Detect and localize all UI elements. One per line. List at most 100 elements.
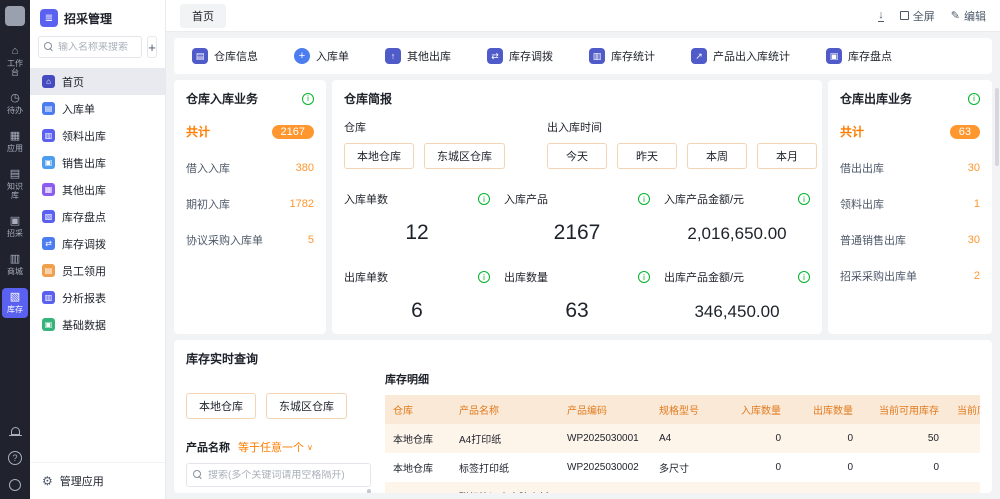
panel-title: 仓库入库业务: [186, 90, 258, 107]
rail-item-label: 商城: [4, 267, 26, 276]
info-icon[interactable]: i: [798, 271, 810, 283]
knowledge-icon: ▤: [10, 168, 20, 180]
home-icon: ⌂: [42, 75, 55, 88]
stocktake-icon: ▣: [826, 48, 842, 64]
main-area: 首页 ↓ 全屏 ✎ 编辑 ▤ 仓库信息 + 入库单: [166, 0, 1000, 499]
outbound-row-lend[interactable]: 借出出库 30: [840, 160, 980, 176]
sidebar-item-report[interactable]: ▥ 分析报表: [30, 284, 165, 311]
info-icon[interactable]: i: [638, 271, 650, 283]
rail-item-inventory[interactable]: ▧ 库存: [2, 288, 28, 318]
col-header-stock-amount: 当前库存金额: [947, 395, 980, 424]
rail-item-knowledge[interactable]: ▤ 知识库: [2, 165, 28, 204]
other-outbound-icon: ▦: [42, 183, 55, 196]
time-filter-group: 出入库时间 今天 昨天 本周 本月 今年: [547, 119, 822, 169]
sidebar-search[interactable]: [38, 36, 142, 58]
account-circle-icon[interactable]: [9, 479, 21, 491]
product-search-input[interactable]: [208, 470, 364, 481]
time-button-week[interactable]: 本周: [687, 143, 747, 169]
product-search[interactable]: [186, 463, 371, 487]
warehouse-filter-label: 仓库: [344, 119, 505, 135]
rail-item-mall[interactable]: ▥ 商城: [2, 250, 28, 280]
outbound-row-procurement[interactable]: 招采采购出库单 2: [840, 268, 980, 284]
sidebar-item-sales-outbound[interactable]: ▣ 销售出库: [30, 149, 165, 176]
download-icon: ↓: [878, 10, 884, 22]
sidebar-search-input[interactable]: [58, 42, 136, 53]
quicklink-inbound-order[interactable]: + 入库单: [294, 48, 349, 64]
stat-outbound-amount: 出库产品金额/元 i 346,450.00: [664, 269, 810, 323]
user-avatar[interactable]: [5, 6, 25, 26]
rail-item-workbench[interactable]: ⌂ 工作台: [2, 42, 28, 81]
help-icon[interactable]: ?: [8, 451, 22, 465]
fullscreen-button[interactable]: 全屏: [900, 8, 935, 24]
sidebar-item-material-outbound[interactable]: ▥ 领料出库: [30, 122, 165, 149]
info-icon[interactable]: i: [798, 193, 810, 205]
inbound-row-borrow[interactable]: 借入入库 380: [186, 160, 314, 176]
quicklink-product-io-stats[interactable]: ↗ 产品出入库统计: [691, 48, 790, 64]
stocktake-icon: ▧: [42, 210, 55, 223]
info-icon[interactable]: i: [478, 193, 490, 205]
table-row[interactable]: 本地仓库 联想笔记本电脑小新Pro 14 WP2025060001 14寸 0 …: [385, 482, 980, 493]
stat-label: 出库产品金额/元: [664, 269, 744, 285]
add-button[interactable]: +: [147, 36, 157, 58]
sidebar-item-base-data[interactable]: ▣ 基础数据: [30, 311, 165, 338]
page-scrollbar[interactable]: [995, 88, 999, 166]
rail-item-procurement[interactable]: ▣ 招采: [2, 212, 28, 242]
stock-detail-title: 库存明细: [385, 371, 980, 387]
outbound-total-row[interactable]: 共计 63: [840, 123, 980, 140]
todo-icon: ◷: [10, 92, 20, 104]
gear-icon: ⚙: [42, 474, 53, 488]
sidebar-item-label: 领料出库: [62, 128, 106, 144]
warehouse-button-east[interactable]: 东城区仓库: [424, 143, 505, 169]
warehouse-button-east[interactable]: 东城区仓库: [266, 393, 347, 419]
procurement-icon: ▣: [10, 215, 20, 227]
table-row[interactable]: 本地仓库 A4打印纸 WP2025030001 A4 0 0 50 25: [385, 424, 980, 453]
dashboard-content: ▤ 仓库信息 + 入库单 ↑ 其他出库 ⇄ 库存调拨 ▥ 库存统计 ↗ 产品出入…: [166, 32, 1000, 499]
sidebar-item-employee-use[interactable]: ▤ 员工领用: [30, 257, 165, 284]
table-row[interactable]: 本地仓库 标签打印纸 WP2025030002 多尺寸 0 0 0 0: [385, 453, 980, 482]
kv-label: 协议采购入库单: [186, 232, 263, 248]
info-icon[interactable]: i: [968, 93, 980, 105]
outbound-row-material[interactable]: 领料出库 1: [840, 196, 980, 212]
kv-label: 招采采购出库单: [840, 268, 917, 284]
bell-icon[interactable]: [11, 427, 20, 435]
quicklink-other-outbound[interactable]: ↑ 其他出库: [385, 48, 451, 64]
sidebar-item-stocktake[interactable]: ▧ 库存盘点: [30, 203, 165, 230]
quicklink-stocktake[interactable]: ▣ 库存盘点: [826, 48, 892, 64]
stat-value: 6: [344, 299, 490, 323]
rail-item-label: 招采: [4, 229, 26, 238]
rail-item-todo[interactable]: ◷ 待办: [2, 89, 28, 119]
info-icon[interactable]: i: [478, 271, 490, 283]
info-icon[interactable]: i: [638, 193, 650, 205]
time-button-today[interactable]: 今天: [547, 143, 607, 169]
outbound-row-sales[interactable]: 普通销售出库 30: [840, 232, 980, 248]
rail-item-apps[interactable]: ▦ 应用: [2, 127, 28, 157]
time-button-month[interactable]: 本月: [757, 143, 817, 169]
sidebar-item-inbound-order[interactable]: ▤ 入库单: [30, 95, 165, 122]
quicklink-transfer[interactable]: ⇄ 库存调拨: [487, 48, 553, 64]
inbound-row-initial[interactable]: 期初入库 1782: [186, 196, 314, 212]
time-button-yesterday[interactable]: 昨天: [617, 143, 677, 169]
filter-list-scrollbar[interactable]: [367, 489, 371, 493]
quicklink-stock-stats[interactable]: ▥ 库存统计: [589, 48, 655, 64]
inbound-total-row[interactable]: 共计 2167: [186, 123, 314, 140]
warehouse-button-local[interactable]: 本地仓库: [186, 393, 256, 419]
col-header-available-stock: 当前可用库存: [861, 395, 947, 424]
kv-value: 30: [968, 162, 980, 174]
sidebar-item-label: 基础数据: [62, 317, 106, 333]
sidebar-item-transfer[interactable]: ⇄ 库存调拨: [30, 230, 165, 257]
download-button[interactable]: ↓: [878, 10, 884, 22]
col-header-spec: 规格型号: [651, 395, 717, 424]
edit-button[interactable]: ✎ 编辑: [951, 8, 986, 24]
filter-operator-dropdown[interactable]: 等于任意一个 ∨: [238, 439, 313, 455]
kv-value: 5: [308, 234, 314, 246]
sidebar-item-home[interactable]: ⌂ 首页: [30, 68, 165, 95]
stat-label: 入库产品金额/元: [664, 191, 744, 207]
sales-outbound-icon: ▣: [42, 156, 55, 169]
manage-apps-button[interactable]: ⚙ 管理应用: [30, 462, 165, 499]
sidebar-item-other-outbound[interactable]: ▦ 其他出库: [30, 176, 165, 203]
warehouse-button-local[interactable]: 本地仓库: [344, 143, 414, 169]
info-icon[interactable]: i: [302, 93, 314, 105]
inbound-row-agreement[interactable]: 协议采购入库单 5: [186, 232, 314, 248]
quicklink-warehouse-info[interactable]: ▤ 仓库信息: [192, 48, 258, 64]
tab-home[interactable]: 首页: [180, 4, 226, 28]
